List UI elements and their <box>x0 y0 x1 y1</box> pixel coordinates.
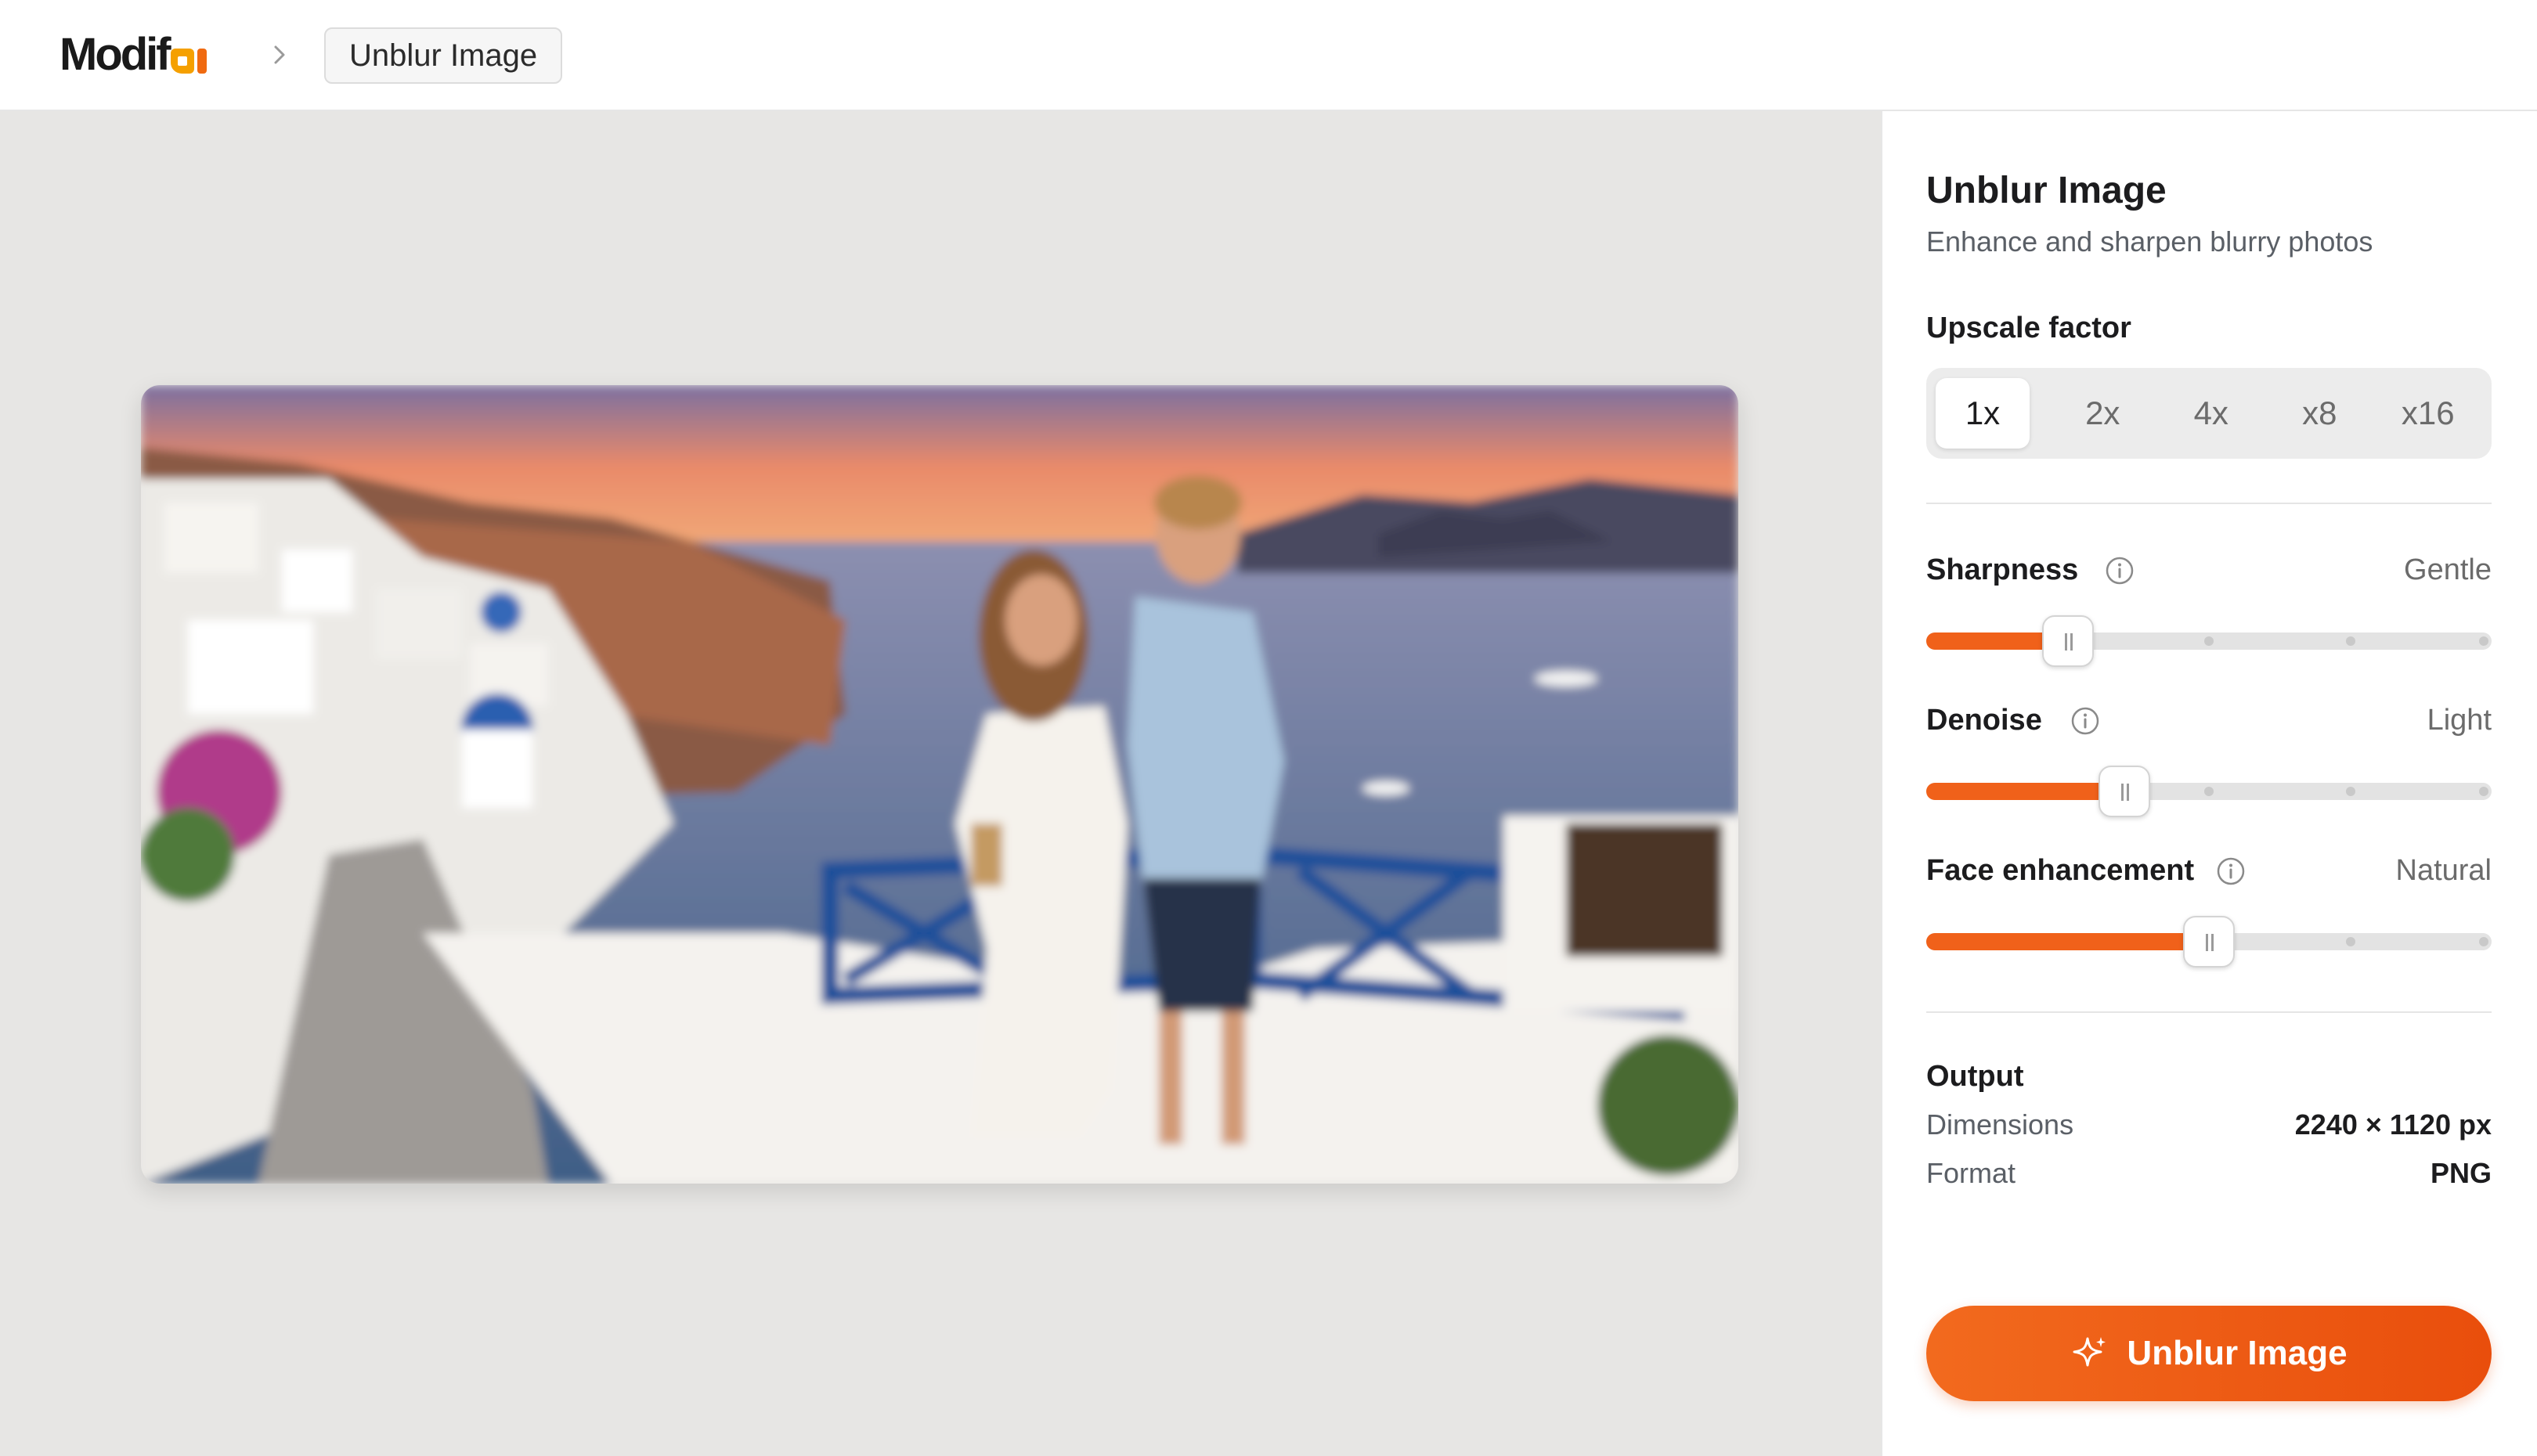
info-icon[interactable] <box>2070 706 2100 736</box>
preview-image <box>141 385 1738 1184</box>
dimensions-label: Dimensions <box>1926 1108 2074 1141</box>
face-enhancement-control: Face enhancement Natural <box>1926 852 2492 977</box>
face-enhancement-slider[interactable] <box>1926 916 2492 968</box>
logo-ai-mark <box>170 41 210 74</box>
upscale-factor-label: Upscale factor <box>1926 312 2131 344</box>
denoise-slider[interactable] <box>1926 766 2492 817</box>
settings-panel: Unblur Image Enhance and sharpen blurry … <box>1881 111 2537 1456</box>
info-icon[interactable] <box>2216 856 2246 886</box>
divider <box>1926 1011 2492 1013</box>
logo[interactable]: Modif <box>60 27 210 83</box>
slider-step-dot <box>2479 787 2488 796</box>
format-label: Format <box>1926 1157 2016 1189</box>
image-canvas <box>0 111 1881 1456</box>
sharpness-label: Sharpness <box>1926 553 2079 586</box>
denoise-value: Light <box>2427 704 2492 737</box>
slider-thumb[interactable] <box>2183 916 2235 968</box>
format-value: PNG <box>2430 1157 2492 1189</box>
unblur-image-button-label: Unblur Image <box>2127 1334 2348 1372</box>
face-enhancement-value: Natural <box>2395 854 2492 887</box>
breadcrumb-current[interactable]: Unblur Image <box>324 27 563 84</box>
slider-step-dot <box>2346 787 2355 796</box>
upscale-option-2x[interactable]: 2x <box>2048 378 2157 449</box>
chevron-right-icon <box>274 45 285 64</box>
upscale-option-x16[interactable]: x16 <box>2374 378 2483 449</box>
slider-step-dot <box>2204 636 2214 646</box>
sharpness-control: Sharpness Gentle <box>1926 551 2492 676</box>
upscale-factor-selector: 1x 2x 4x x8 x16 <box>1926 368 2492 459</box>
sparkle-icon <box>2073 1337 2106 1367</box>
unblur-image-button[interactable]: Unblur Image <box>1926 1306 2492 1401</box>
slider-step-dot <box>2479 937 2488 946</box>
top-bar: Modif Unblur Image <box>0 0 2537 111</box>
dimensions-value: 2240 × 1120 px <box>2294 1108 2492 1141</box>
slider-fill <box>1926 933 2209 950</box>
output-dimensions-row: Dimensions 2240 × 1120 px <box>1926 1108 2492 1146</box>
slider-step-dot <box>2204 787 2214 796</box>
denoise-label: Denoise <box>1926 704 2042 737</box>
logo-wordmark: Modif <box>60 29 171 80</box>
slider-thumb[interactable] <box>2042 615 2094 667</box>
sharpness-slider[interactable] <box>1926 615 2492 667</box>
panel-subtitle: Enhance and sharpen blurry photos <box>1926 225 2373 258</box>
upscale-option-1x[interactable]: 1x <box>1936 378 2030 449</box>
upscale-option-4x[interactable]: 4x <box>2157 378 2266 449</box>
sharpness-value: Gentle <box>2404 553 2492 586</box>
face-enhancement-label: Face enhancement <box>1926 854 2195 887</box>
slider-thumb[interactable] <box>2099 766 2150 817</box>
upscale-option-x8[interactable]: x8 <box>2265 378 2374 449</box>
denoise-control: Denoise Light <box>1926 701 2492 827</box>
slider-fill <box>1926 783 2124 800</box>
slider-step-dot <box>2346 636 2355 646</box>
info-icon[interactable] <box>2105 556 2135 586</box>
panel-title: Unblur Image <box>1926 170 2167 211</box>
output-label: Output <box>1926 1060 2024 1093</box>
slider-step-dot <box>2346 937 2355 946</box>
slider-step-dot <box>2479 636 2488 646</box>
output-format-row: Format PNG <box>1926 1157 2492 1195</box>
divider <box>1926 503 2492 504</box>
